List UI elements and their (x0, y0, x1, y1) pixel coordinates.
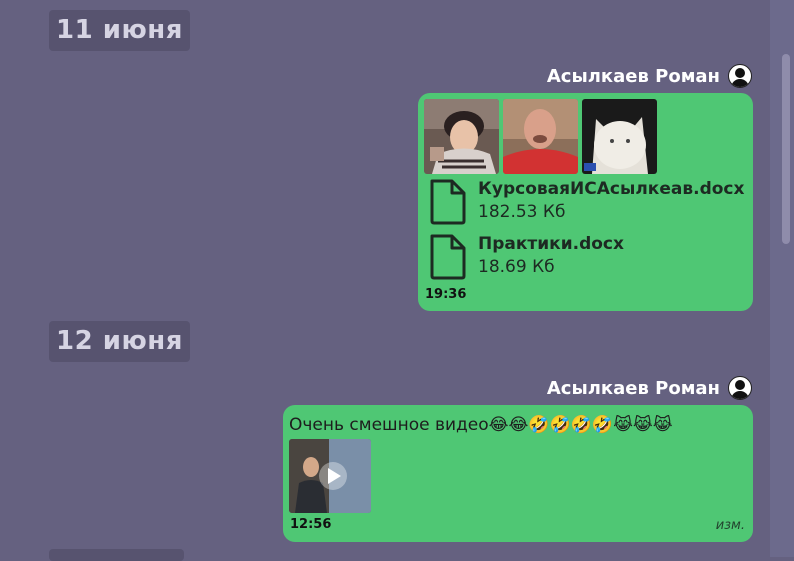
sender-name: Асылкаев Роман (546, 65, 720, 87)
message-text: Очень смешное видео😂😂🤣🤣🤣🤣😹😹😹 (289, 415, 673, 435)
scrollbar-track[interactable] (770, 0, 794, 557)
message-time: 19:36 (425, 287, 467, 302)
document-icon (430, 179, 466, 225)
attached-photo[interactable] (503, 99, 578, 174)
edited-label: изм. (715, 518, 745, 533)
avatar-icon[interactable] (728, 64, 752, 88)
date-badge: 12 июня (49, 321, 190, 362)
file-size: 182.53 Кб (478, 202, 566, 222)
message-sender[interactable]: Асылкаев Роман (547, 376, 752, 400)
file-size: 18.69 Кб (478, 257, 555, 277)
attached-photo[interactable] (424, 99, 499, 174)
avatar-icon[interactable] (728, 376, 752, 400)
attached-photo[interactable] (582, 99, 657, 174)
video-thumbnail[interactable] (289, 439, 371, 513)
date-badge: 11 июня (49, 10, 190, 51)
sender-name: Асылкаев Роман (546, 377, 720, 399)
message-body: Очень смешное видео (289, 415, 489, 435)
document-icon (430, 234, 466, 280)
message-bubble[interactable]: Очень смешное видео😂😂🤣🤣🤣🤣😹😹😹 12:56 изм. (283, 405, 753, 542)
file-attachment[interactable]: Практики.docx 18.69 Кб (428, 233, 624, 281)
message-sender[interactable]: Асылкаев Роман (547, 64, 752, 88)
file-name[interactable]: Практики.docx (478, 233, 624, 255)
file-name[interactable]: КурсоваяИСАсылкеав.docx (478, 178, 744, 200)
file-attachment[interactable]: КурсоваяИСАсылкеав.docx 182.53 Кб (428, 178, 744, 226)
scrollbar-thumb[interactable] (782, 54, 790, 244)
date-badge (49, 549, 184, 561)
message-bubble[interactable]: КурсоваяИСАсылкеав.docx 182.53 Кб Практи… (418, 93, 753, 311)
emoji-row: 😂😂🤣🤣🤣🤣😹😹😹 (488, 415, 673, 435)
message-time: 12:56 (290, 517, 332, 532)
